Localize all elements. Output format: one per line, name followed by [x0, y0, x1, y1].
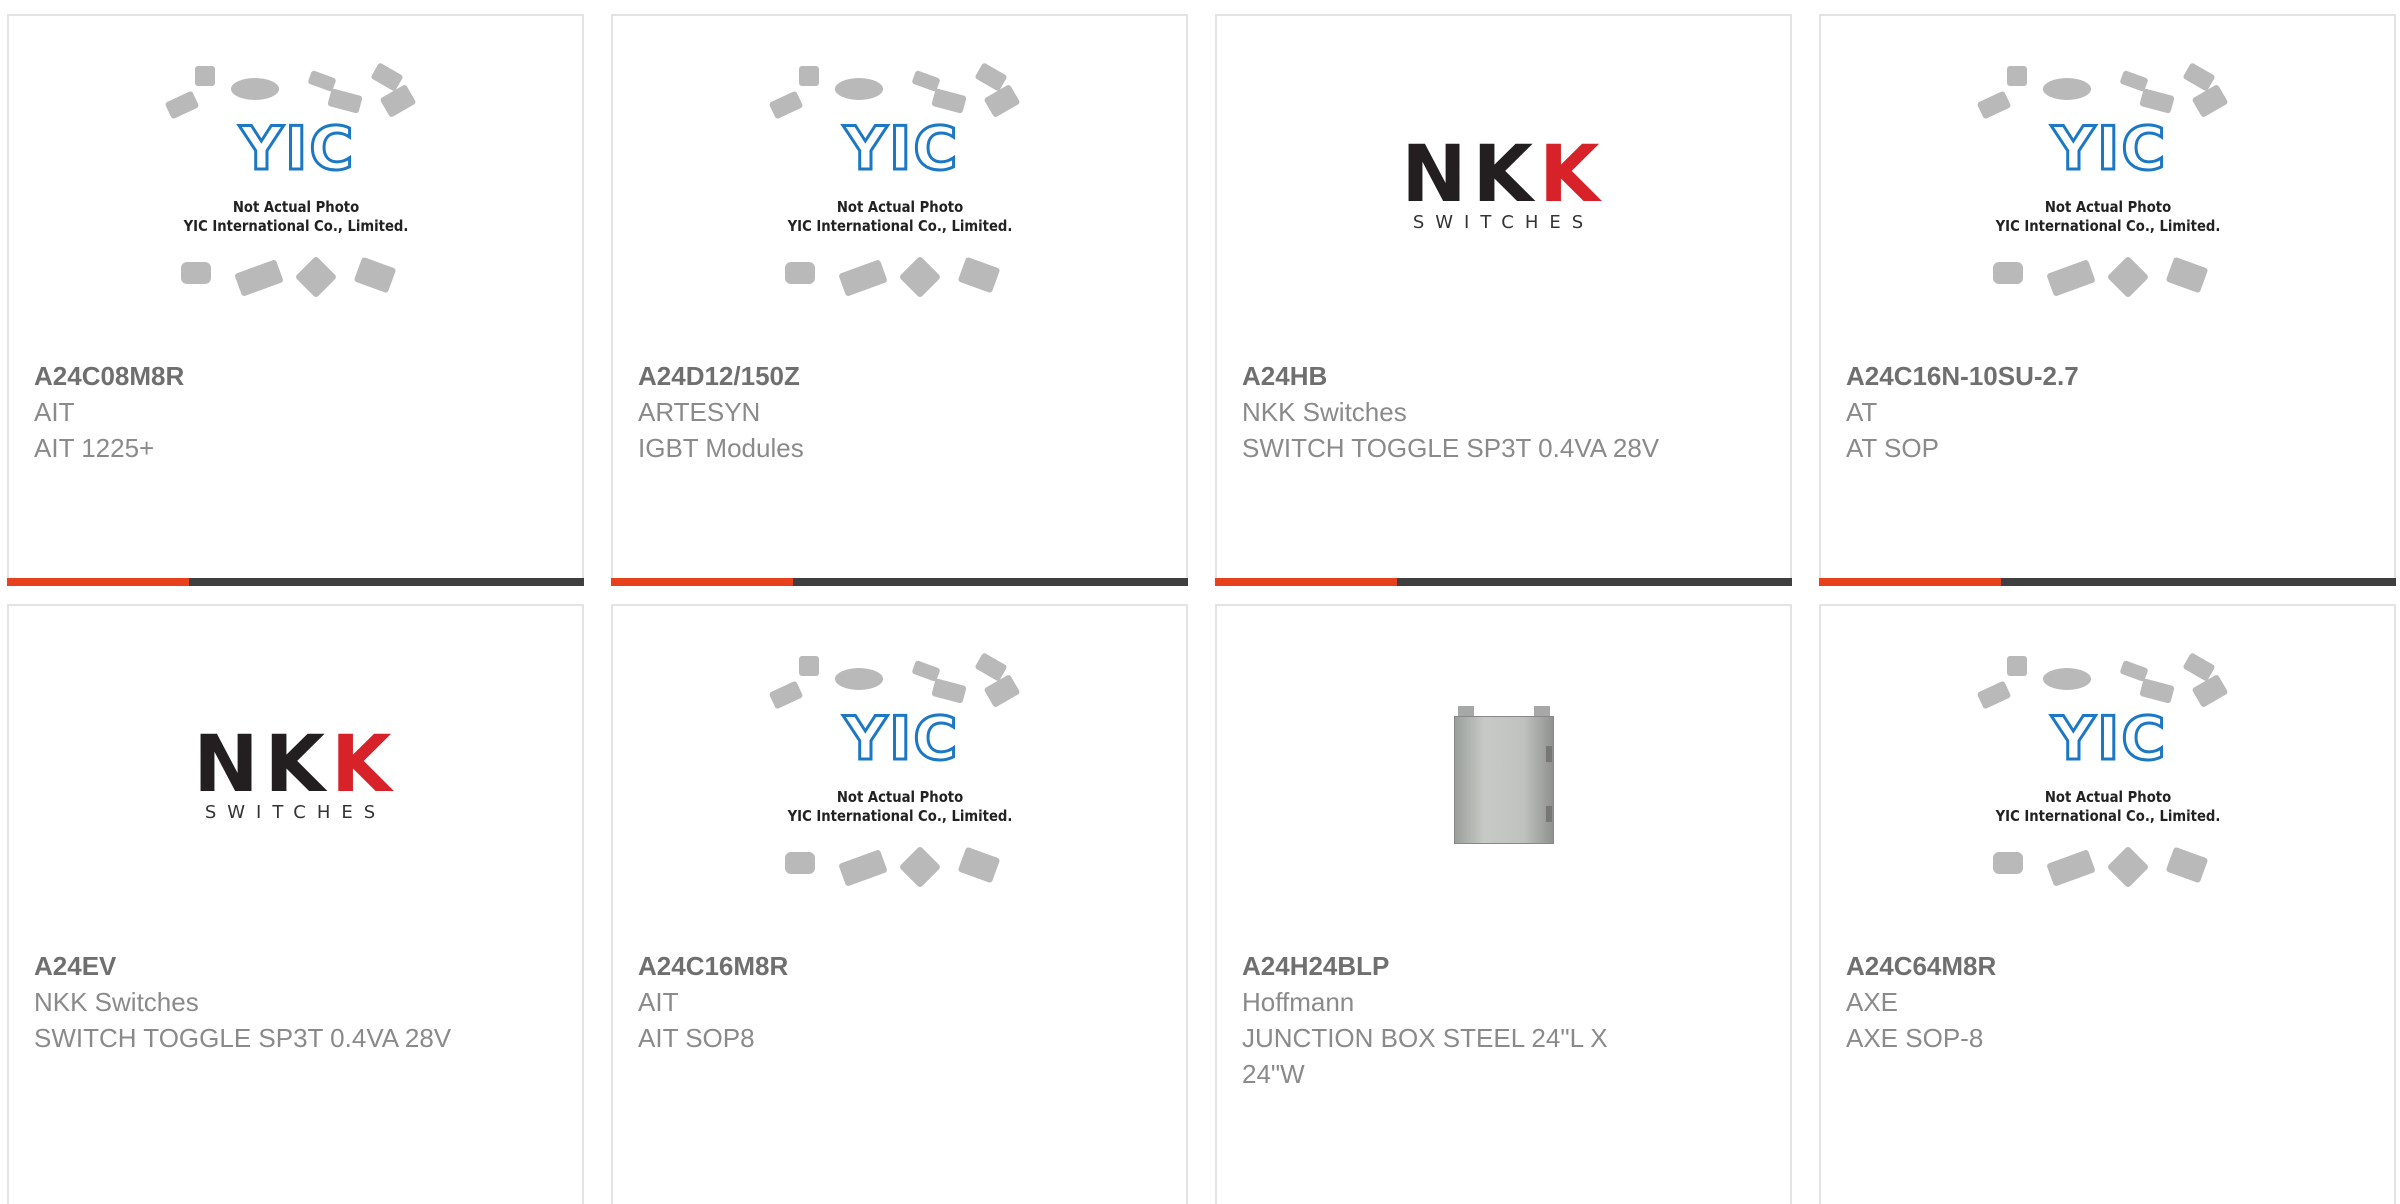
card-bottom-bar — [1215, 578, 1792, 586]
yic-placeholder-image: YIC Not Actual Photo YIC International C… — [1973, 62, 2243, 306]
nkk-logo-red: K — [1539, 129, 1606, 220]
yic-logo: YIC — [2050, 113, 2168, 186]
placeholder-note: Not Actual Photo — [232, 198, 359, 216]
description: AIT 1225+ — [34, 433, 155, 463]
description: AIT SOP8 — [638, 1023, 755, 1053]
nkk-logo-black: NK — [1401, 129, 1540, 220]
placeholder-note: Not Actual Photo — [2044, 788, 2171, 806]
placeholder-company: YIC International Co., Limited. — [787, 807, 1012, 825]
placeholder-company: YIC International Co., Limited. — [1995, 807, 2220, 825]
manufacturer: AIT — [34, 397, 75, 427]
nkk-logo-black: NK — [193, 719, 332, 810]
product-card[interactable]: YIC Not Actual Photo YIC International C… — [1819, 604, 2396, 1204]
manufacturer: AXE — [1846, 987, 1899, 1017]
nkk-logo-red: K — [331, 719, 398, 810]
nkk-switches-logo: NKK SWITCHES — [193, 726, 397, 823]
product-image[interactable]: YIC Not Actual Photo YIC International C… — [613, 606, 1186, 946]
manufacturer: AT — [1846, 397, 1878, 427]
yic-placeholder-image: YIC Not Actual Photo YIC International C… — [1973, 652, 2243, 896]
product-image[interactable] — [1217, 606, 1790, 946]
placeholder-company: YIC International Co., Limited. — [787, 217, 1012, 235]
part-number[interactable]: A24EV — [34, 948, 557, 984]
yic-placeholder-image: YIC Not Actual Photo YIC International C… — [161, 62, 431, 306]
accent-stripe — [1215, 578, 1397, 586]
placeholder-note: Not Actual Photo — [836, 788, 963, 806]
product-card[interactable]: YIC Not Actual Photo YIC International C… — [1819, 14, 2396, 586]
product-image[interactable]: NKK SWITCHES — [1217, 16, 1790, 356]
product-image[interactable]: YIC Not Actual Photo YIC International C… — [1821, 606, 2394, 946]
accent-stripe — [1819, 578, 2001, 586]
description: SWITCH TOGGLE SP3T 0.4VA 28V — [34, 1023, 452, 1053]
manufacturer: Hoffmann — [1242, 987, 1355, 1017]
placeholder-note: Not Actual Photo — [2044, 198, 2171, 216]
yic-logo: YIC — [2050, 703, 2168, 776]
description: IGBT Modules — [638, 433, 804, 463]
part-number[interactable]: A24C16M8R — [638, 948, 1161, 984]
placeholder-company: YIC International Co., Limited. — [1995, 217, 2220, 235]
yic-placeholder-image: YIC Not Actual Photo YIC International C… — [765, 652, 1035, 896]
product-image[interactable]: YIC Not Actual Photo YIC International C… — [9, 16, 582, 356]
description: AT SOP — [1846, 433, 1939, 463]
manufacturer: AIT — [638, 987, 679, 1017]
product-card[interactable]: YIC Not Actual Photo YIC International C… — [7, 14, 584, 586]
card-bottom-bar — [7, 578, 584, 586]
product-card[interactable]: NKK SWITCHES A24EV NKK Switches SWITCH T… — [7, 604, 584, 1204]
card-bottom-bar — [611, 578, 1188, 586]
yic-placeholder-image: YIC Not Actual Photo YIC International C… — [765, 62, 1035, 306]
part-number[interactable]: A24C16N-10SU-2.7 — [1846, 358, 2369, 394]
product-image[interactable]: NKK SWITCHES — [9, 606, 582, 946]
product-grid: YIC Not Actual Photo YIC International C… — [0, 0, 2400, 1204]
product-card[interactable]: NKK SWITCHES A24HB NKK Switches SWITCH T… — [1215, 14, 1792, 586]
description: SWITCH TOGGLE SP3T 0.4VA 28V — [1242, 433, 1660, 463]
accent-stripe — [611, 578, 793, 586]
product-image[interactable]: YIC Not Actual Photo YIC International C… — [613, 16, 1186, 356]
part-number[interactable]: A24D12/150Z — [638, 358, 1161, 394]
part-number[interactable]: A24C08M8R — [34, 358, 557, 394]
placeholder-note: Not Actual Photo — [836, 198, 963, 216]
nkk-logo-sub: SWITCHES — [204, 801, 387, 823]
manufacturer: NKK Switches — [34, 987, 199, 1017]
nkk-logo-sub: SWITCHES — [1412, 211, 1595, 233]
part-number[interactable]: A24H24BLP — [1242, 948, 1765, 984]
description: AXE SOP-8 — [1846, 1023, 1984, 1053]
product-card[interactable]: YIC Not Actual Photo YIC International C… — [611, 14, 1188, 586]
junction-box-photo — [1448, 706, 1560, 846]
product-card[interactable]: YIC Not Actual Photo YIC International C… — [611, 604, 1188, 1204]
manufacturer: NKK Switches — [1242, 397, 1407, 427]
placeholder-company: YIC International Co., Limited. — [183, 217, 408, 235]
accent-stripe — [7, 578, 189, 586]
product-image[interactable]: YIC Not Actual Photo YIC International C… — [1821, 16, 2394, 356]
yic-logo: YIC — [842, 703, 960, 776]
description: JUNCTION BOX STEEL 24"L X 24"W — [1242, 1023, 1608, 1089]
nkk-switches-logo: NKK SWITCHES — [1401, 136, 1605, 233]
card-bottom-bar — [1819, 578, 2396, 586]
yic-logo: YIC — [842, 113, 960, 186]
product-card[interactable]: A24H24BLP Hoffmann JUNCTION BOX STEEL 24… — [1215, 604, 1792, 1204]
part-number[interactable]: A24HB — [1242, 358, 1765, 394]
yic-logo: YIC — [238, 113, 356, 186]
manufacturer: ARTESYN — [638, 397, 761, 427]
part-number[interactable]: A24C64M8R — [1846, 948, 2369, 984]
